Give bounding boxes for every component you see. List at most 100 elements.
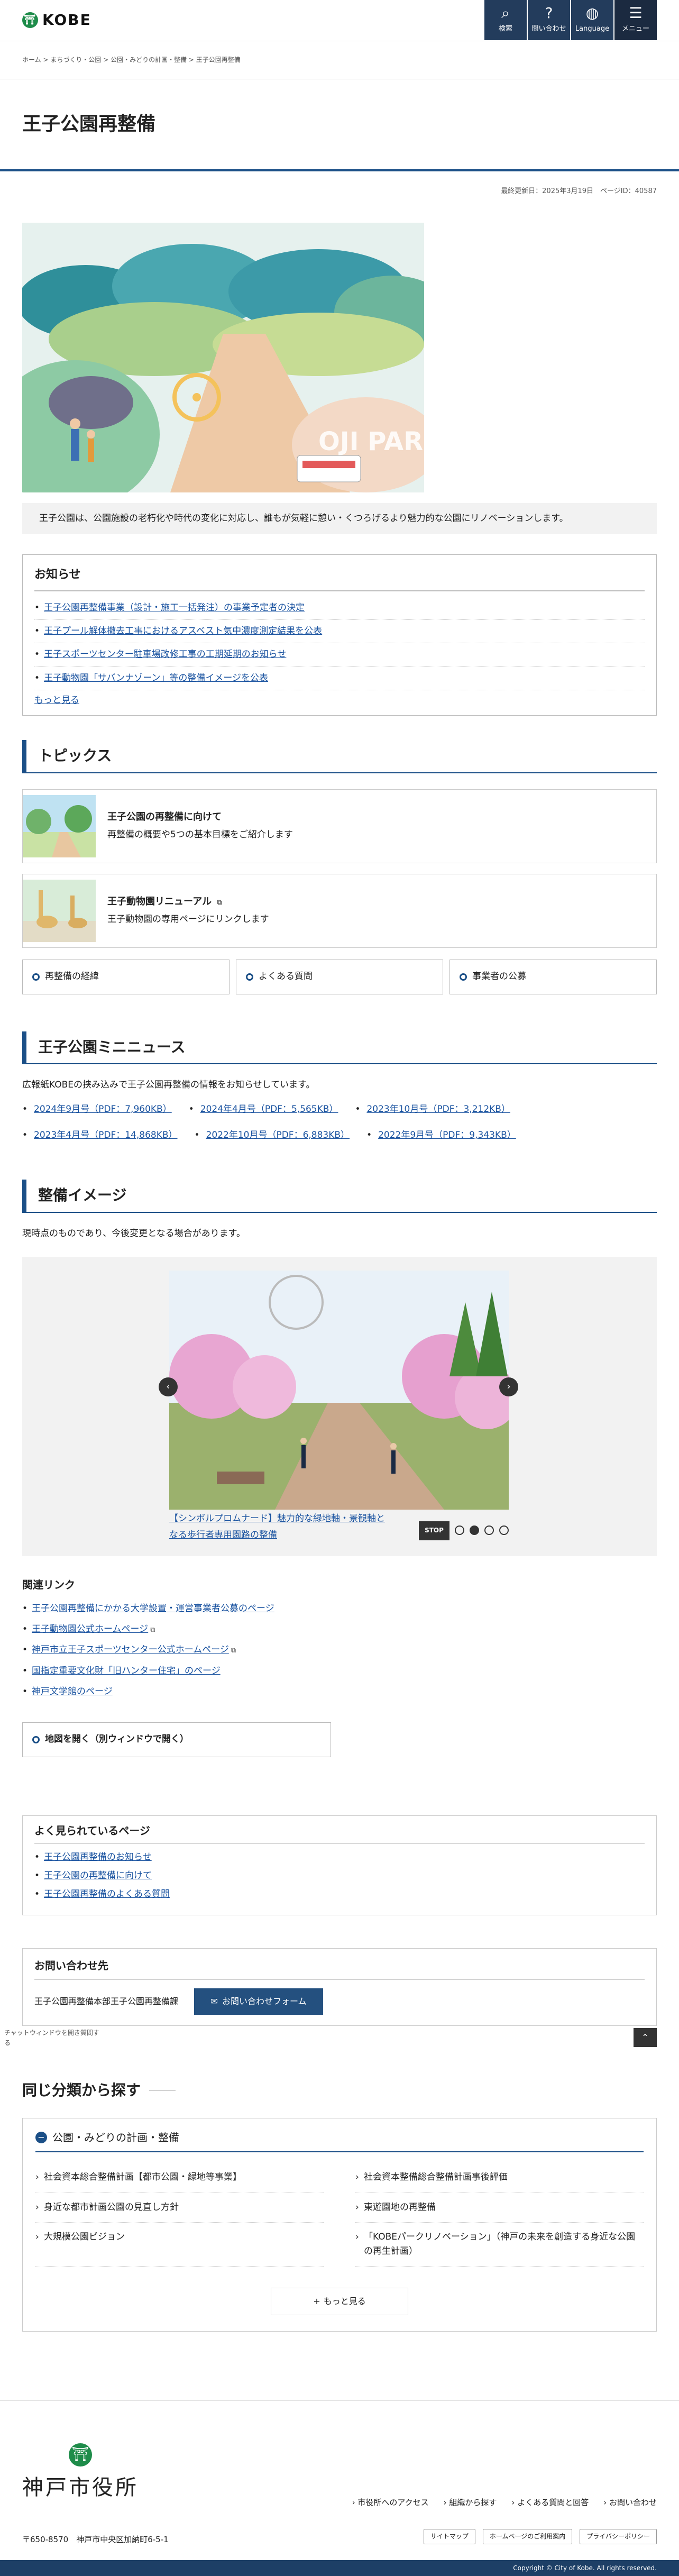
circle-arrow-icon — [32, 973, 40, 981]
popular-link[interactable]: 王子公園再整備のよくある質問 — [44, 1889, 170, 1899]
related-link[interactable]: 王子動物園公式ホームページ — [32, 1624, 148, 1634]
slider-dots — [455, 1525, 509, 1536]
slide-caption-link[interactable]: 【シンボルプロムナード】魅力的な緑地軸・景観軸となる歩行者専用園路の整備 — [169, 1511, 386, 1543]
category-link[interactable]: 大規模公園ビジョン — [35, 2223, 324, 2267]
mininews-item: 2022年10月号（PDF：6,883KB） — [195, 1128, 350, 1143]
kobe-logo[interactable]: ⛩ KOBE — [22, 8, 91, 32]
topic-desc: 王子動物園の専用ページにリンクします — [107, 914, 269, 925]
footer-links: 市役所へのアクセス 組織から探す よくある質問と回答 お問い合わせ — [352, 2496, 657, 2509]
popular-item: 王子公園再整備のお知らせ — [34, 1848, 645, 1867]
history-button[interactable]: 再整備の経緯 — [22, 959, 230, 994]
pdf-link[interactable]: 2022年9月号（PDF：9,343KB） — [378, 1130, 516, 1140]
usage-guide-button[interactable]: ホームページのご利用案内 — [482, 2529, 573, 2545]
pdf-link[interactable]: 2022年10月号（PDF：6,883KB） — [206, 1130, 350, 1140]
breadcrumb-park-plan[interactable]: 公園・みどりの計画・整備 — [103, 56, 187, 63]
slider-dot[interactable] — [484, 1525, 494, 1536]
image-slider: ‹ › 【シンボルプロムナード】魅力的な緑地軸・景観軸となる歩行者専用園路の整備… — [22, 1257, 657, 1557]
image-note: 現時点のものであり、今後変更となる場合があります。 — [22, 1228, 245, 1239]
inquiry-button-label: 問い合わせ — [531, 24, 566, 33]
slider-dot[interactable] — [455, 1525, 464, 1536]
notice-item: 王子スポーツセンター駐車場改修工事の工期延期のお知らせ — [34, 643, 645, 667]
search-icon: ⌕ — [501, 4, 510, 22]
faq-button[interactable]: よくある質問 — [236, 959, 443, 994]
category-link[interactable]: 東遊園地の再整備 — [355, 2193, 644, 2223]
page-title-bar: 王子公園再整備 — [0, 79, 679, 171]
notice-link[interactable]: 王子動物園「サバンナゾーン」等の整備イメージを公表 — [44, 673, 268, 683]
related-link[interactable]: 神戸文学館のページ — [32, 1686, 113, 1697]
category-link[interactable]: 社会資本総合整備計画【都市公園・緑地等事業】 — [35, 2163, 324, 2193]
contact-dept: 王子公園再整備本部王子公園再整備課 — [34, 1996, 179, 2006]
external-link-icon: ⧉ — [150, 1626, 155, 1634]
category-more-button[interactable]: + もっと見る — [271, 2288, 408, 2316]
inquiry-button[interactable]: ? 問い合わせ — [528, 0, 570, 40]
notice-list: 王子公園再整備事業（設計・施工一括発注）の事業予定者の決定 王子プール解体撤去工… — [34, 597, 645, 690]
mininews-item: 2022年9月号（PDF：9,343KB） — [366, 1128, 516, 1143]
search-button[interactable]: ⌕ 検索 — [484, 0, 527, 40]
privacy-policy-button[interactable]: プライバシーポリシー — [580, 2529, 657, 2545]
chevron-right-icon: › — [507, 1381, 511, 1392]
slider-stop-button[interactable]: STOP — [419, 1521, 449, 1541]
slider-next-button[interactable]: › — [499, 1377, 518, 1397]
external-link-icon: ⧉ — [231, 1647, 236, 1655]
contact-form-button[interactable]: ✉ お問い合わせフォーム — [194, 1988, 324, 2015]
notice-link[interactable]: 王子公園再整備事業（設計・施工一括発注）の事業予定者の決定 — [44, 602, 305, 613]
contact-title: お問い合わせ先 — [34, 1957, 645, 1980]
footer-link-organization[interactable]: 組織から探す — [444, 2496, 497, 2509]
related-link[interactable]: 国指定重要文化財「旧ハンター住宅」のページ — [32, 1666, 221, 1676]
slider-dot[interactable] — [499, 1525, 509, 1536]
related-link[interactable]: 王子公園再整備にかかる大学設置・運営事業者公募のページ — [32, 1603, 274, 1614]
same-category-heading: 同じ分類から探す — [22, 2079, 657, 2103]
footer-city-name: 神戸市役所 — [22, 2475, 139, 2500]
topic-card-renewal[interactable]: 王子公園の再整備に向けて 再整備の概要や5つの基本目標をご紹介します — [22, 789, 657, 863]
breadcrumb-home[interactable]: ホーム — [22, 56, 41, 63]
back-to-top-button[interactable]: ⌃ — [634, 2027, 657, 2047]
copyright-bar: Copyright © City of Kobe. All rights res… — [0, 2560, 679, 2576]
pdf-link[interactable]: 2023年10月号（PDF：3,212KB） — [366, 1104, 510, 1115]
plus-icon: + — [313, 2296, 320, 2307]
related-link[interactable]: 神戸市立王子スポーツセンター公式ホームページ — [32, 1645, 229, 1655]
circle-arrow-icon — [246, 973, 253, 981]
chat-window-button[interactable]: チャットウィンドウを開き質問する — [4, 2028, 99, 2048]
category-link[interactable]: 「KOBEパークリノベーション」（神戸の未来を創造する身近な公園の再生計画） — [355, 2223, 644, 2267]
pdf-link[interactable]: 2024年4月号（PDF：5,565KB） — [200, 1104, 338, 1115]
related-item: 王子公園再整備にかかる大学設置・運営事業者公募のページ — [22, 1598, 657, 1619]
footer-link-contact[interactable]: お問い合わせ — [603, 2496, 657, 2509]
open-map-button[interactable]: 地図を開く（別ウィンドウで開く） — [22, 1722, 331, 1757]
external-link-icon: ⧉ — [217, 898, 222, 907]
category-link[interactable]: 身近な都市計画公園の見直し方針 — [35, 2193, 324, 2223]
footer-logo[interactable]: ⛩ 神戸市役所 — [22, 2443, 139, 2505]
slide-image — [169, 1271, 509, 1510]
chevron-up-icon: ⌃ — [641, 2032, 649, 2042]
chevron-left-icon: ‹ — [166, 1381, 170, 1392]
footer-link-faq[interactable]: よくある質問と回答 — [511, 2496, 589, 2509]
notice-link[interactable]: 王子スポーツセンター駐車場改修工事の工期延期のお知らせ — [44, 649, 286, 660]
popular-link[interactable]: 王子公園再整備のお知らせ — [44, 1852, 152, 1862]
pdf-link[interactable]: 2024年9月号（PDF：7,960KB） — [34, 1104, 172, 1115]
related-item: 国指定重要文化財「旧ハンター住宅」のページ — [22, 1661, 657, 1682]
language-button[interactable]: ◍ Language — [571, 0, 613, 40]
category-link[interactable]: 社会資本整備総合整備計画事後評価 — [355, 2163, 644, 2193]
last-updated: 最終更新日：2025年3月19日 ページID：40587 — [501, 187, 657, 195]
topic-buttons: 再整備の経緯 よくある質問 事業者の公募 — [22, 959, 657, 994]
slider-prev-button[interactable]: ‹ — [159, 1377, 178, 1397]
sitemap-button[interactable]: サイトマップ — [423, 2529, 475, 2545]
notice-more-link[interactable]: もっと見る — [34, 693, 645, 708]
notice-link[interactable]: 王子プール解体撤去工事におけるアスベスト気中濃度測定結果を公表 — [44, 626, 322, 636]
contact-form-label: お問い合わせフォーム — [222, 1996, 307, 2006]
language-button-label: Language — [575, 24, 610, 33]
promenade-illustration — [169, 1271, 509, 1510]
popular-link[interactable]: 王子公園の再整備に向けて — [44, 1870, 152, 1881]
recruitment-button[interactable]: 事業者の公募 — [449, 959, 657, 994]
circle-arrow-icon — [32, 1735, 40, 1743]
mininews-item: 2024年9月号（PDF：7,960KB） — [22, 1102, 172, 1117]
oji-park-illustration: OJI PARK — [22, 222, 424, 492]
category-header[interactable]: − 公園・みどりの計画・整備 — [35, 2129, 644, 2153]
menu-icon: ☰ — [629, 4, 643, 22]
menu-button[interactable]: ☰ メニュー — [614, 0, 657, 40]
footer-link-access[interactable]: 市役所へのアクセス — [352, 2496, 428, 2509]
topic-card-zoo[interactable]: 王子動物園リニューアル ⧉ 王子動物園の専用ページにリンクします — [22, 873, 657, 948]
mininews-text: 広報紙KOBEの挟み込みで王子公園再整備の情報をお知らせしています。 — [22, 1080, 315, 1091]
pdf-link[interactable]: 2023年4月号（PDF：14,868KB） — [34, 1130, 178, 1140]
breadcrumb-machizukuri[interactable]: まちづくり・公園 — [43, 56, 101, 63]
slider-dot[interactable] — [470, 1525, 479, 1536]
